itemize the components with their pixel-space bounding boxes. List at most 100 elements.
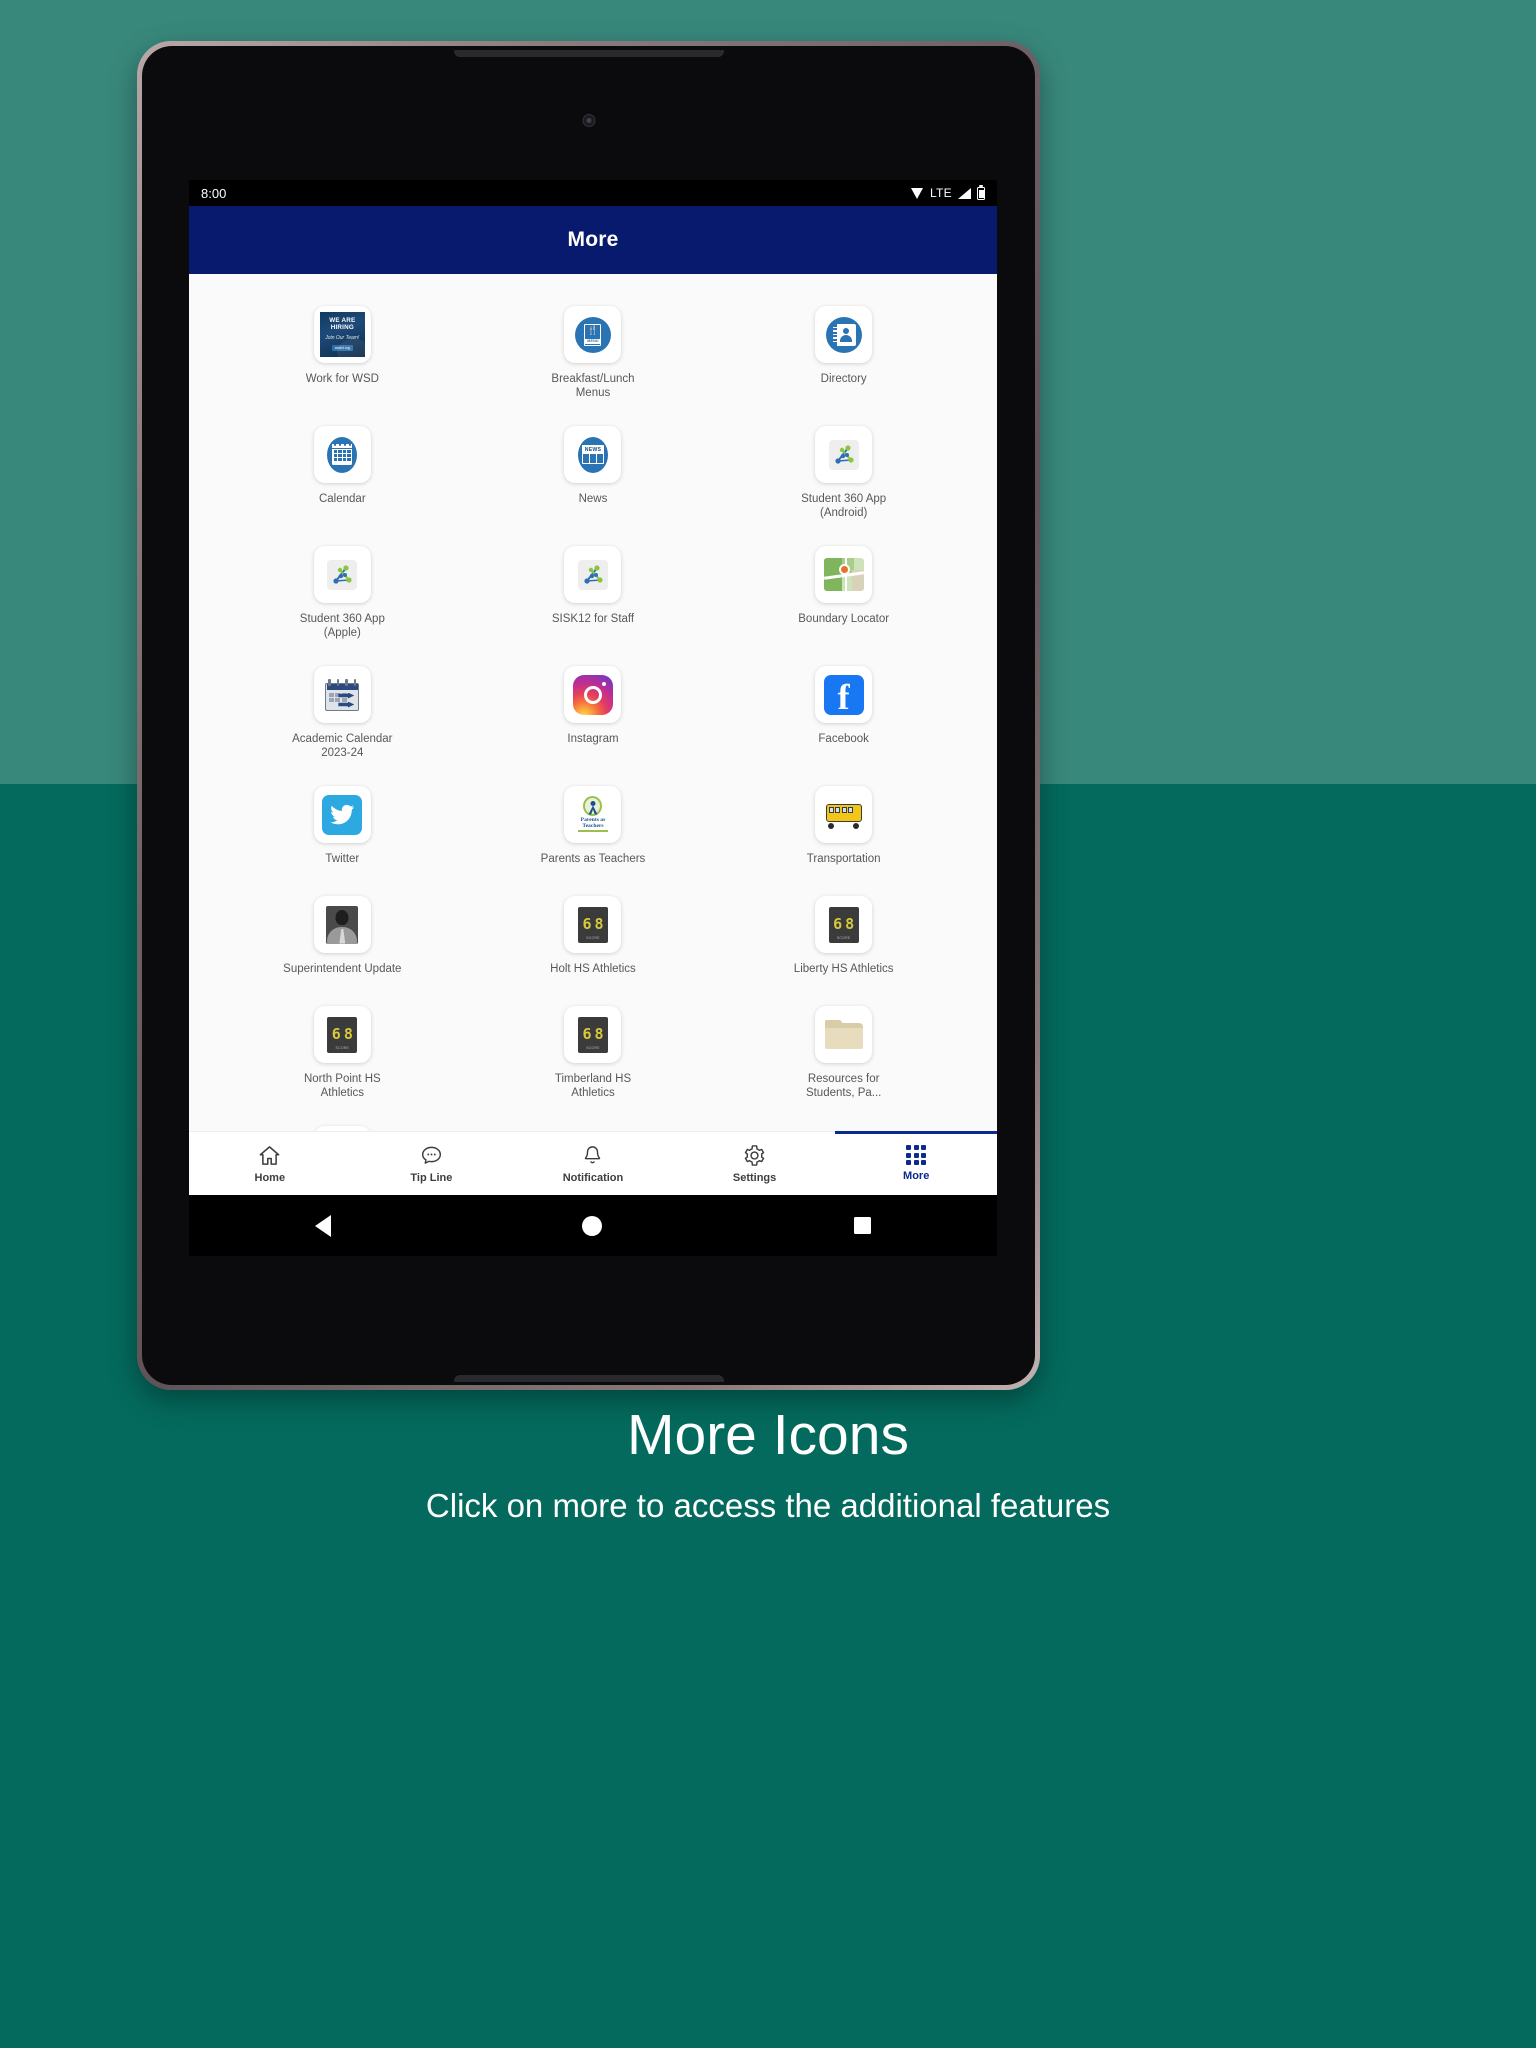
- twitter-icon: [313, 786, 371, 843]
- grid-item-label: Facebook: [818, 733, 869, 745]
- grid-item-label: Directory: [820, 373, 867, 385]
- grid-item-label: Twitter: [325, 853, 360, 865]
- holt-hs-athletics-icon: 6 8 SCORE: [564, 896, 622, 953]
- timberland-hs-athletics-icon: 6 8 SCORE: [564, 1006, 622, 1063]
- student-360-android-icon: [815, 426, 873, 483]
- app-grid-scroll-area[interactable]: WE ARE HIRING Join Our Team! wsdr4.org W…: [189, 274, 997, 1131]
- grid-item-student-360-apple[interactable]: Student 360 App (Apple): [217, 532, 468, 652]
- grid-item-follett-destiny[interactable]: Follett DESTINY: [217, 1112, 468, 1131]
- grid-item-sisk12-for-staff[interactable]: SISK12 for Staff: [468, 532, 719, 652]
- grid-item-label: Work for WSD: [305, 373, 379, 385]
- grid-item-label: Calendar: [318, 493, 366, 505]
- front-camera-icon: [582, 114, 595, 127]
- grid-item-resources[interactable]: Resources for Students, Pa...: [718, 992, 969, 1112]
- transportation-icon: [815, 786, 873, 843]
- grid-item-transportation[interactable]: Transportation: [718, 772, 969, 882]
- grid-item-breakfast-lunch-menus[interactable]: 🍴 MENU Breakfast/Lunch Menus: [468, 292, 719, 412]
- grid-item-parents-as-teachers[interactable]: Parents as Teachers Parents as Teachers: [468, 772, 719, 882]
- square-recents-icon[interactable]: [854, 1217, 872, 1234]
- grid-item-label: Academic Calendar 2023-24: [292, 733, 393, 759]
- grid-item-label: Student 360 App (Android): [801, 493, 887, 519]
- grid-item-label: Resources for Students, Pa...: [805, 1073, 882, 1099]
- nav-item-label: Notification: [562, 1171, 624, 1184]
- grid-item-label: Student 360 App (Apple): [299, 613, 385, 639]
- score-digit-left: 6: [582, 1025, 592, 1043]
- nav-item-label: Home: [254, 1171, 286, 1184]
- grid-item-label: Boundary Locator: [798, 613, 890, 625]
- nav-item-settings[interactable]: Settings: [674, 1132, 836, 1195]
- home-icon: [259, 1145, 280, 1165]
- hiring-line-4: wsdr4.org: [331, 345, 353, 352]
- grid-item-facebook[interactable]: f Facebook: [718, 652, 969, 772]
- news-icon: NEWS: [564, 426, 622, 483]
- facebook-icon: f: [815, 666, 873, 723]
- grid-item-instagram[interactable]: Instagram: [468, 652, 719, 772]
- hiring-line-3: Join Our Team!: [325, 335, 360, 342]
- grid-item-label: Holt HS Athletics: [550, 963, 636, 975]
- grid-item-label: Breakfast/Lunch Menus: [551, 373, 635, 399]
- signal-icon: [958, 187, 971, 199]
- grid-item-north-point-hs-athletics[interactable]: 6 8 SCORE North Point HS Athletics: [217, 992, 468, 1112]
- nav-item-label: More: [903, 1170, 930, 1182]
- nav-item-label: Settings: [732, 1171, 777, 1184]
- android-system-nav-bar: [189, 1195, 997, 1256]
- caption-subline: Click on more to access the additional f…: [425, 1487, 1111, 1524]
- liberty-hs-athletics-icon: 6 8 SCORE: [815, 896, 873, 953]
- academic-calendar-icon: [313, 666, 371, 723]
- work-for-wsd-icon: WE ARE HIRING Join Our Team! wsdr4.org: [313, 306, 371, 363]
- grid-item-label: North Point HS Athletics: [303, 1073, 381, 1099]
- app-grid: WE ARE HIRING Join Our Team! wsdr4.org W…: [189, 274, 997, 1131]
- nav-item-tip-line[interactable]: Tip Line: [351, 1132, 513, 1195]
- instagram-icon: [564, 666, 622, 723]
- directory-icon: [815, 306, 873, 363]
- pat-line-2: Teachers: [582, 822, 604, 829]
- north-point-hs-athletics-icon: 6 8 SCORE: [313, 1006, 371, 1063]
- grid-item-label: News: [578, 493, 608, 505]
- grid-item-superintendent-update[interactable]: Superintendent Update: [217, 882, 468, 992]
- nav-item-home[interactable]: Home: [189, 1132, 351, 1195]
- grid-item-liberty-hs-athletics[interactable]: 6 8 SCORE Liberty HS Athletics: [718, 882, 969, 992]
- score-label: SCORE: [586, 1046, 600, 1050]
- grid-item-student-360-android[interactable]: Student 360 App (Android): [718, 412, 969, 532]
- nav-item-notification[interactable]: Notification: [512, 1132, 674, 1195]
- grid-item-holt-hs-athletics[interactable]: 6 8 SCORE Holt HS Athletics: [468, 882, 719, 992]
- grid-item-label: Parents as Teachers: [540, 853, 646, 865]
- grid-item-calendar[interactable]: Calendar: [217, 412, 468, 532]
- triangle-back-icon[interactable]: [314, 1214, 331, 1237]
- score-digit-right: 8: [845, 915, 855, 933]
- chat-bubble-icon: [421, 1146, 441, 1164]
- score-digit-right: 8: [594, 1025, 604, 1043]
- grid-item-news[interactable]: NEWS News: [468, 412, 719, 532]
- grid-item-boundary-locator[interactable]: Boundary Locator: [718, 532, 969, 652]
- score-label: SCORE: [335, 1046, 350, 1050]
- student-360-apple-icon: [313, 546, 371, 603]
- score-digit-right: 8: [594, 915, 604, 933]
- score-digit-left: 6: [331, 1025, 341, 1043]
- grid-item-label: Instagram: [567, 733, 619, 745]
- network-label: LTE: [929, 186, 952, 200]
- grid-item-directory[interactable]: Directory: [718, 292, 969, 412]
- score-digit-left: 6: [833, 915, 843, 933]
- grid-item-work-for-wsd[interactable]: WE ARE HIRING Join Our Team! wsdr4.org W…: [217, 292, 468, 412]
- device-bezel: 8:00 LTE More WE ARE HIRING Join Our Tea…: [142, 46, 1035, 1385]
- caption-headline: More Icons: [627, 1403, 909, 1467]
- nav-item-more[interactable]: More: [835, 1131, 997, 1195]
- grid-item-label: Superintendent Update: [283, 963, 402, 975]
- grid-item-twitter[interactable]: Twitter: [217, 772, 468, 882]
- score-digit-left: 6: [582, 915, 592, 933]
- gear-icon: [744, 1144, 765, 1166]
- wifi-icon: [910, 187, 924, 199]
- grid-item-academic-calendar[interactable]: Academic Calendar 2023-24: [217, 652, 468, 772]
- score-digit-right: 8: [343, 1025, 353, 1043]
- sisk12-staff-icon: [564, 546, 622, 603]
- circle-home-icon[interactable]: [582, 1215, 603, 1236]
- device-screen: 8:00 LTE More WE ARE HIRING Join Our Tea…: [189, 180, 997, 1256]
- grid-item-label: Liberty HS Athletics: [793, 963, 894, 975]
- menus-icon: 🍴 MENU: [564, 306, 622, 363]
- grid-item-timberland-hs-athletics[interactable]: 6 8 SCORE Timberland HS Athletics: [468, 992, 719, 1112]
- bottom-navigation-bar: Home Tip Line Notification Settings More: [189, 1131, 997, 1195]
- grid-item-label: SISK12 for Staff: [551, 613, 635, 625]
- battery-icon: [977, 186, 985, 200]
- page-title: More: [567, 228, 619, 251]
- boundary-locator-icon: [815, 546, 873, 603]
